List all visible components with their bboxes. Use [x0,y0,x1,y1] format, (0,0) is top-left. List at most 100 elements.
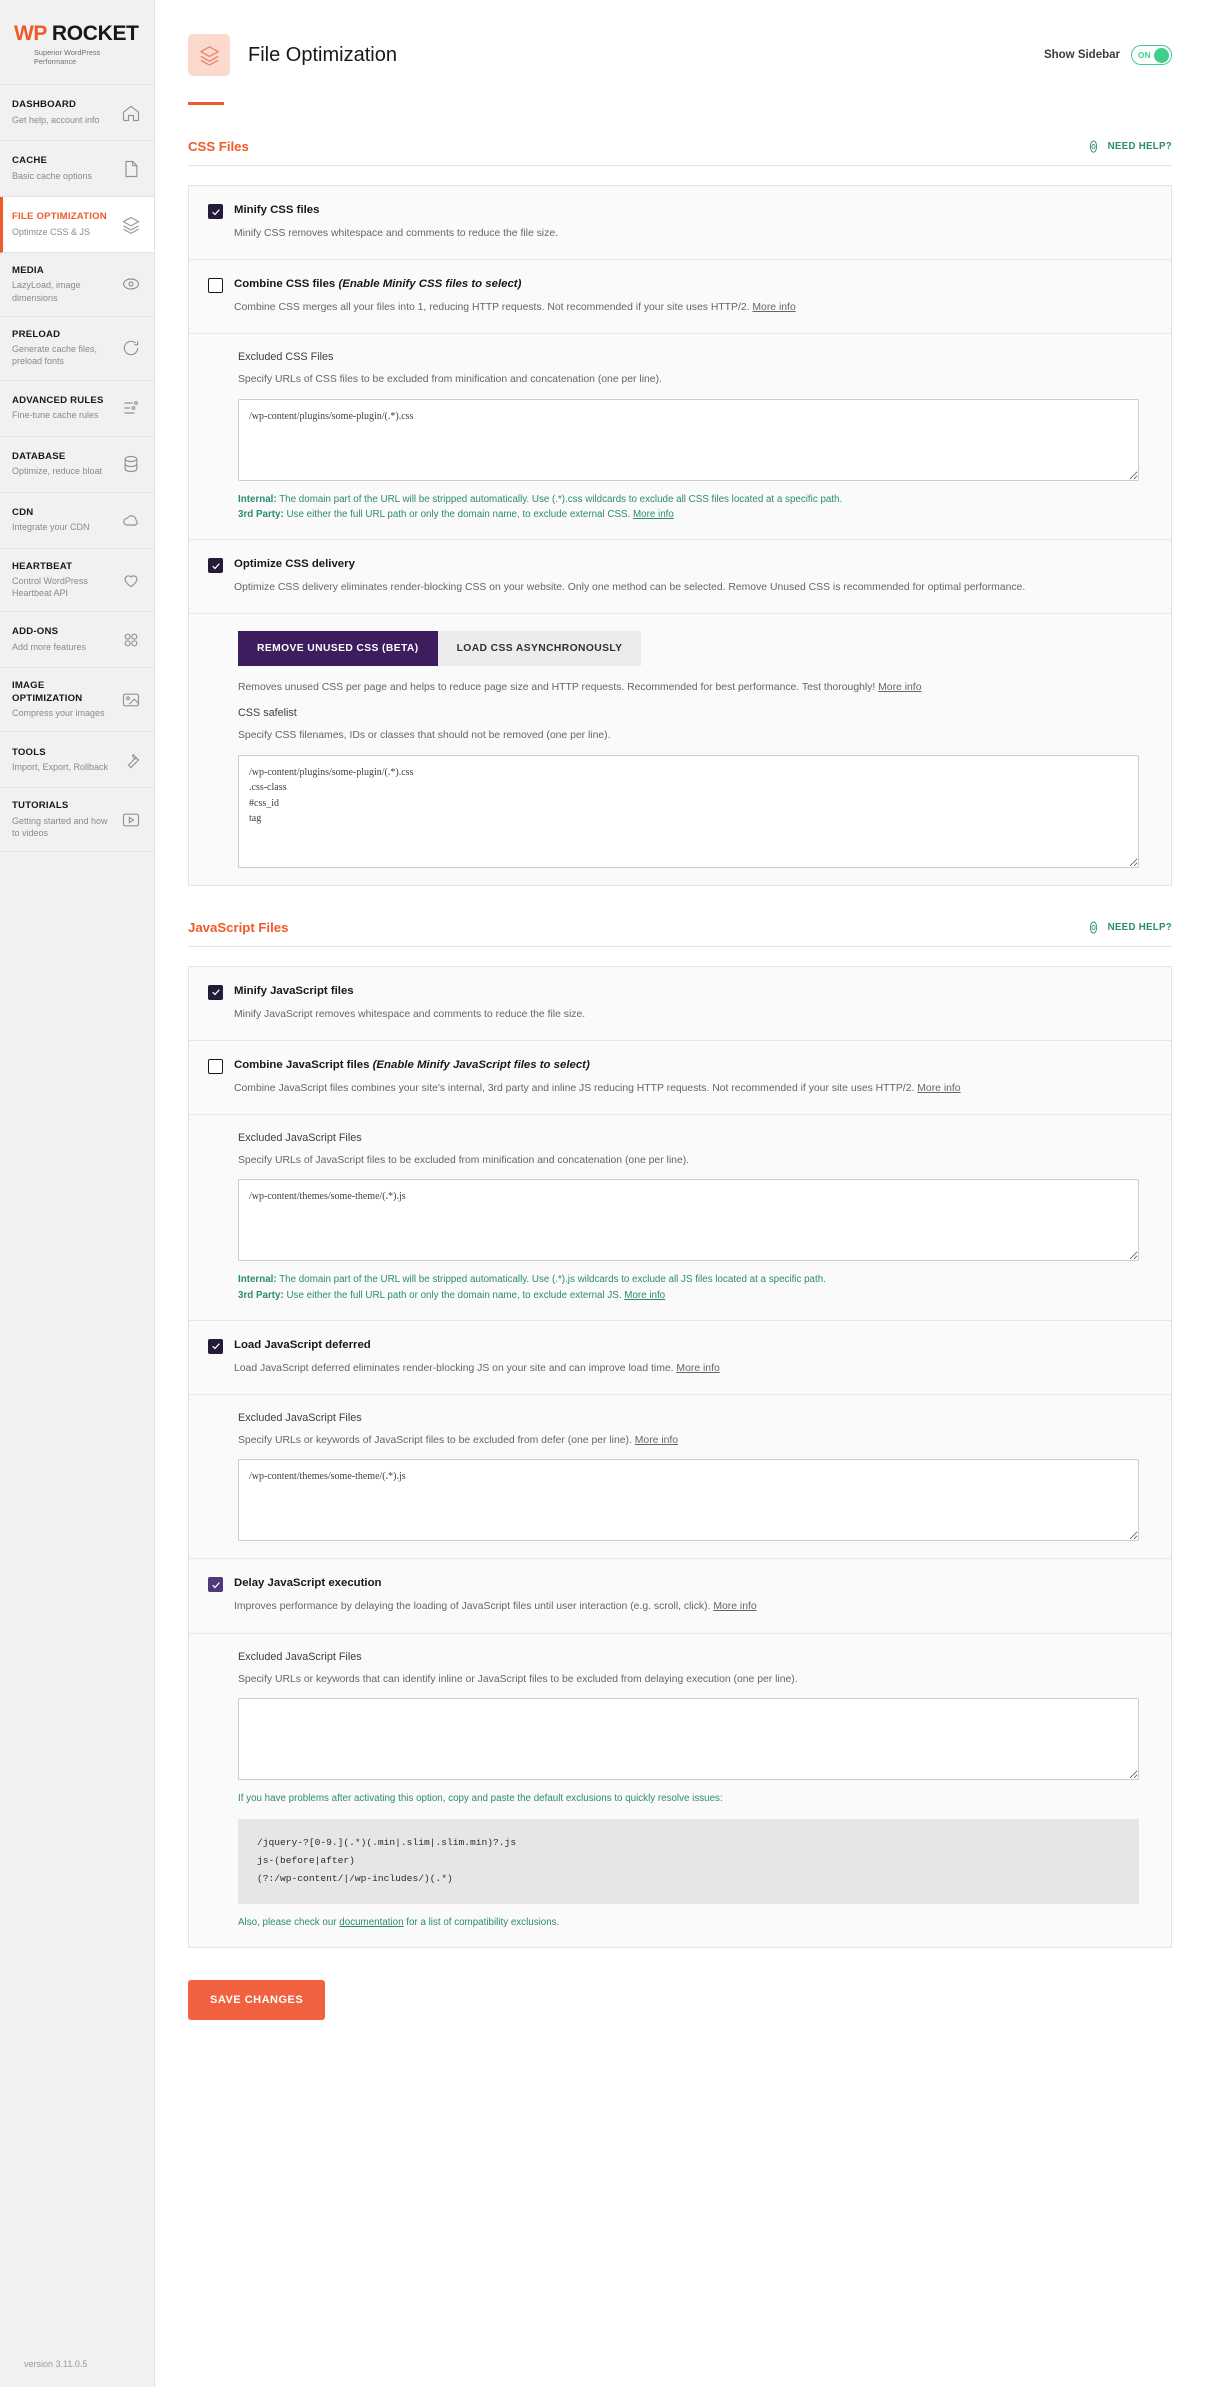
excluded-defer-js-label: Excluded JavaScript Files [238,1412,1139,1424]
lifebuoy-icon [1086,920,1101,935]
excluded-css-label: Excluded CSS Files [238,351,1139,363]
section-title-css: CSS Files [188,139,249,154]
media-icon [121,274,141,294]
css-options-card: Minify CSS files Minify CSS removes whit… [188,185,1172,886]
sidebar-item-tutorials[interactable]: TUTORIALS Getting started and how to vid… [0,788,154,852]
combine-js-more-info-link[interactable]: More info [917,1083,960,1094]
delay-js-execution-label: Delay JavaScript execution [234,1576,382,1591]
load-css-asynchronously-button[interactable]: LOAD CSS ASYNCHRONOUSLY [438,631,642,666]
sidebar-item-sub: Optimize, reduce bloat [12,465,117,477]
video-icon [121,810,141,830]
minify-js-desc: Minify JavaScript removes whitespace and… [208,1007,1139,1023]
excluded-js-more-info-link[interactable]: More info [624,1290,665,1301]
excluded-js-label: Excluded JavaScript Files [238,1132,1139,1144]
sidebar-item-title: MEDIA [12,265,117,277]
sidebar-item-sub: Compress your images [12,707,117,719]
js-options-card: Minify JavaScript files Minify JavaScrip… [188,966,1172,1949]
excluded-css-desc: Specify URLs of CSS files to be excluded… [238,372,1139,388]
show-sidebar-control[interactable]: Show Sidebar ON [1044,45,1172,65]
logo: WP ROCKET Superior WordPress Performance [0,0,154,84]
sidebar-item-title: TUTORIALS [12,800,117,812]
optimize-css-delivery-checkbox[interactable] [208,558,223,573]
sidebar-item-database[interactable]: DATABASE Optimize, reduce bloat [0,437,154,493]
css-delivery-method-row: REMOVE UNUSED CSS (BETA) LOAD CSS ASYNCH… [189,614,1171,884]
excluded-css-more-info-link[interactable]: More info [633,509,674,520]
javascript-files-section: JavaScript Files NEED HELP? Minify Ja [188,886,1172,1949]
sidebar-item-add-ons[interactable]: ADD-ONS Add more features [0,612,154,668]
combine-css-more-info-link[interactable]: More info [752,302,795,313]
minify-css-checkbox[interactable] [208,204,223,219]
sidebar-item-title: IMAGE OPTIMIZATION [12,680,117,705]
delay-js-execution-checkbox[interactable] [208,1577,223,1592]
excluded-js-textarea[interactable] [238,1179,1139,1261]
sidebar-item-title: CACHE [12,155,117,167]
css-safelist-textarea[interactable] [238,755,1139,868]
wp-rocket-settings-page: WP ROCKET Superior WordPress Performance… [0,0,1208,2387]
excluded-defer-js-desc: Specify URLs or keywords of JavaScript f… [238,1433,1139,1449]
excluded-defer-js-textarea[interactable] [238,1459,1139,1541]
sidebar-item-title: FILE OPTIMIZATION [12,211,117,223]
show-sidebar-toggle[interactable]: ON [1131,45,1172,65]
sidebar-item-cache[interactable]: CACHE Basic cache options [0,141,154,197]
rules-icon [121,398,141,418]
css-delivery-more-info-link[interactable]: More info [878,682,921,693]
combine-css-checkbox[interactable] [208,278,223,293]
sidebar-item-sub: Control WordPress Heartbeat API [12,575,117,599]
combine-css-label: Combine CSS files (Enable Minify CSS fil… [234,277,521,292]
sidebar-item-title: DASHBOARD [12,99,117,111]
sidebar-item-title: TOOLS [12,747,117,759]
excluded-delay-js-label: Excluded JavaScript Files [238,1651,1139,1663]
combine-js-label: Combine JavaScript files (Enable Minify … [234,1058,590,1073]
save-changes-button[interactable]: SAVE CHANGES [188,1980,325,2020]
excluded-delay-js-textarea[interactable] [238,1698,1139,1780]
sidebar-item-sub: Getting started and how to videos [12,815,117,839]
sidebar-item-preload[interactable]: PRELOAD Generate cache files, preload fo… [0,317,154,381]
documentation-link[interactable]: documentation [339,1917,403,1928]
layers-icon [121,215,141,235]
combine-js-desc: Combine JavaScript files combines your s… [208,1081,1139,1097]
logo-rocket-text: ROCKET [52,22,139,46]
combine-css-row: Combine CSS files (Enable Minify CSS fil… [189,260,1171,334]
sidebar-item-sub: Integrate your CDN [12,521,117,533]
excluded-js-row: Excluded JavaScript Files Specify URLs o… [189,1115,1171,1321]
excluded-defer-js-row: Excluded JavaScript Files Specify URLs o… [189,1395,1171,1560]
load-js-deferred-label: Load JavaScript deferred [234,1338,371,1353]
sidebar: WP ROCKET Superior WordPress Performance… [0,0,155,2387]
sidebar-item-sub: Fine-tune cache rules [12,409,117,421]
minify-js-checkbox[interactable] [208,985,223,1000]
default-exclusions-note: If you have problems after activating th… [238,1792,1139,1807]
sidebar-item-title: DATABASE [12,451,117,463]
css-delivery-method-group: REMOVE UNUSED CSS (BETA) LOAD CSS ASYNCH… [238,631,1139,666]
combine-js-checkbox[interactable] [208,1059,223,1074]
optimize-css-delivery-row: Optimize CSS delivery Optimize CSS deliv… [189,540,1171,614]
excluded-js-hint: Internal: The domain part of the URL wil… [238,1272,1139,1302]
sidebar-item-file-optimization[interactable]: FILE OPTIMIZATION Optimize CSS & JS [0,197,154,253]
sidebar-item-sub: Basic cache options [12,170,117,182]
optimize-css-delivery-desc: Optimize CSS delivery eliminates render-… [208,580,1139,596]
excluded-css-textarea[interactable] [238,399,1139,481]
sidebar-item-cdn[interactable]: CDN Integrate your CDN [0,493,154,549]
load-js-deferred-more-info-link[interactable]: More info [676,1363,719,1374]
load-js-deferred-checkbox[interactable] [208,1339,223,1354]
sidebar-item-dashboard[interactable]: DASHBOARD Get help, account info [0,85,154,141]
sidebar-item-media[interactable]: MEDIA LazyLoad, image dimensions [0,253,154,317]
logo-wp-text: WP [14,22,47,46]
page-title: File Optimization [248,44,397,67]
need-help-js-button[interactable]: NEED HELP? [1086,920,1172,935]
main-content: File Optimization Show Sidebar ON CSS Fi… [155,0,1208,2387]
sidebar-item-tools[interactable]: TOOLS Import, Export, Rollback [0,732,154,788]
show-sidebar-label: Show Sidebar [1044,49,1120,61]
delay-js-execution-row: Delay JavaScript execution Improves perf… [189,1559,1171,1633]
need-help-css-button[interactable]: NEED HELP? [1086,139,1172,154]
excluded-defer-js-more-info-link[interactable]: More info [635,1435,678,1446]
delay-js-more-info-link[interactable]: More info [713,1601,756,1612]
heart-icon [121,570,141,590]
file-icon [121,159,141,179]
sidebar-item-title: ADVANCED RULES [12,395,117,407]
remove-unused-css-button[interactable]: REMOVE UNUSED CSS (BETA) [238,631,438,666]
sidebar-item-advanced-rules[interactable]: ADVANCED RULES Fine-tune cache rules [0,381,154,437]
css-safelist-desc: Specify CSS filenames, IDs or classes th… [238,728,1139,744]
sidebar-item-sub: Optimize CSS & JS [12,226,117,238]
sidebar-item-heartbeat[interactable]: HEARTBEAT Control WordPress Heartbeat AP… [0,549,154,613]
sidebar-item-image-optimization[interactable]: IMAGE OPTIMIZATION Compress your images [0,668,154,732]
